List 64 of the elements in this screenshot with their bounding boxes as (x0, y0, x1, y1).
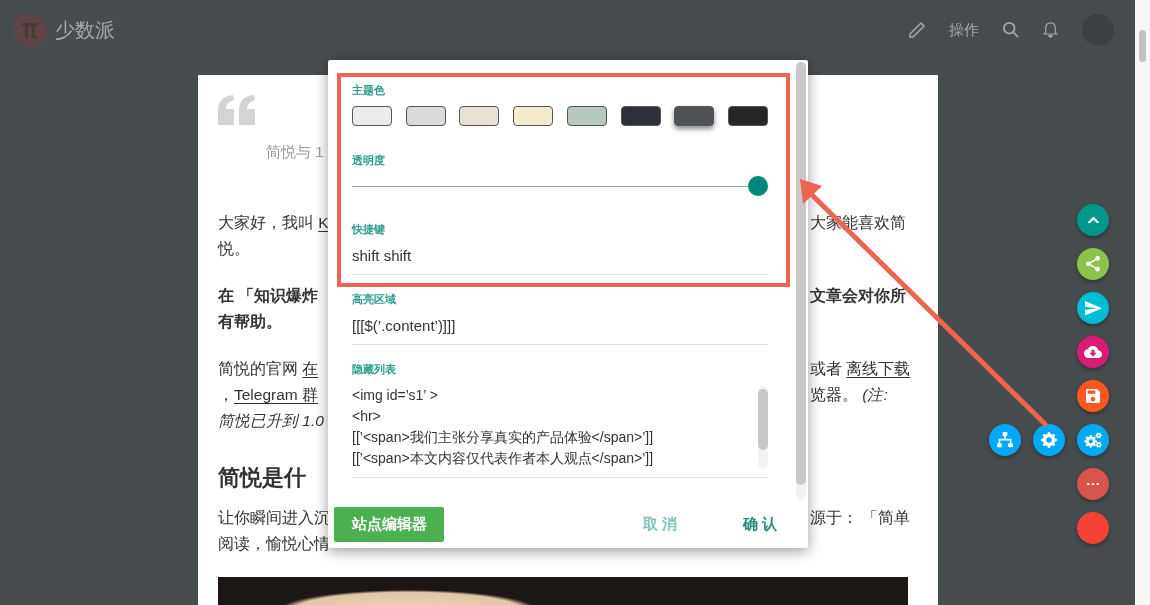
slider-thumb[interactable] (748, 176, 768, 196)
share-icon (1086, 256, 1100, 272)
settings-icon (1041, 432, 1057, 448)
paragraph-text: 在 「知识爆炸 (218, 286, 319, 306)
field-label: 快捷键 (352, 222, 385, 236)
field-label: 隐藏列表 (352, 362, 396, 376)
paragraph-text: 览器。 (注: (810, 385, 888, 405)
scrollbar-thumb[interactable] (758, 389, 768, 450)
text-link[interactable]: K (318, 214, 329, 231)
theme-swatch[interactable] (727, 106, 768, 126)
send-button[interactable] (1077, 292, 1109, 324)
settings-button[interactable] (1033, 424, 1065, 456)
cloud-download-icon (1084, 346, 1102, 358)
paragraph-text: 或者 离线下载 (810, 359, 911, 379)
text-link[interactable]: Telegram 群 (234, 386, 319, 403)
send-icon (1084, 300, 1102, 316)
search-icon[interactable] (1003, 22, 1019, 38)
paragraph-text: 简悦已升到 1.0 (218, 411, 324, 431)
paragraph-text: ，Telegram 群 (218, 385, 319, 405)
scrollbar[interactable] (1135, 0, 1150, 605)
theme-swatch[interactable] (459, 106, 500, 126)
share-button[interactable] (1077, 248, 1109, 280)
confirm-button[interactable]: 确 认 (725, 506, 795, 542)
heading: 简悦是什 (218, 464, 306, 492)
paragraph-text: 简悦的官网 在 (218, 359, 319, 379)
scrollbar-thumb[interactable] (1139, 30, 1146, 62)
theme-swatch[interactable] (674, 106, 715, 126)
quote-caption: 简悦与 1 (266, 144, 324, 160)
paragraph-text: 阅读，愉悦心情 (218, 534, 330, 554)
chevron-up-icon (1087, 216, 1099, 224)
field-label: 透明度 (352, 153, 385, 167)
paragraph-text: 大家好，我叫 K (218, 213, 329, 233)
input-field[interactable]: shift shift (352, 238, 768, 275)
theme-swatch[interactable] (513, 106, 554, 126)
action-button[interactable] (1077, 512, 1109, 544)
save-button[interactable] (1077, 380, 1109, 412)
field-label: 高亮区域 (352, 292, 396, 306)
more-button[interactable] (1077, 468, 1109, 500)
sitemap-button[interactable] (989, 424, 1021, 456)
textarea-field[interactable]: <img id=’s1’ > <hr> [[’<span>我们主张分享真实的产品体验</span>’]] [[’<span>本文内容仅代表作者本人观点</span>’]] (352, 384, 768, 478)
paragraph-text: 源于： 「简单 (810, 508, 911, 528)
more-icon (1087, 482, 1099, 486)
scrollbar[interactable] (758, 386, 768, 469)
scroll-top-button[interactable] (1077, 204, 1109, 236)
input-field[interactable]: [[[$(’.content’)]]] (352, 308, 768, 345)
quote-icon (218, 95, 255, 125)
paragraph-text: 文章会对你所 (810, 286, 906, 306)
field-label: 主题色 (352, 83, 385, 97)
site-name[interactable]: 少数派 (55, 16, 115, 44)
theme-swatch[interactable] (352, 106, 392, 126)
theme-swatch[interactable] (620, 106, 661, 126)
theme-swatch[interactable] (566, 106, 607, 126)
paragraph-text: 悦。 (218, 239, 250, 259)
theme-swatch[interactable] (405, 106, 446, 126)
pencil-icon[interactable] (909, 22, 925, 38)
bell-icon[interactable] (1043, 22, 1058, 38)
text-link[interactable]: 在 (302, 360, 319, 377)
sitemap-icon (997, 432, 1013, 448)
download-button[interactable] (1077, 336, 1109, 368)
actions-menu[interactable]: 操作 (949, 20, 979, 40)
gears-button[interactable] (1077, 424, 1109, 456)
gears-icon (1084, 431, 1102, 449)
text-link[interactable]: 离线下载 (846, 360, 911, 377)
paragraph-text: 有帮助。 (218, 312, 282, 332)
